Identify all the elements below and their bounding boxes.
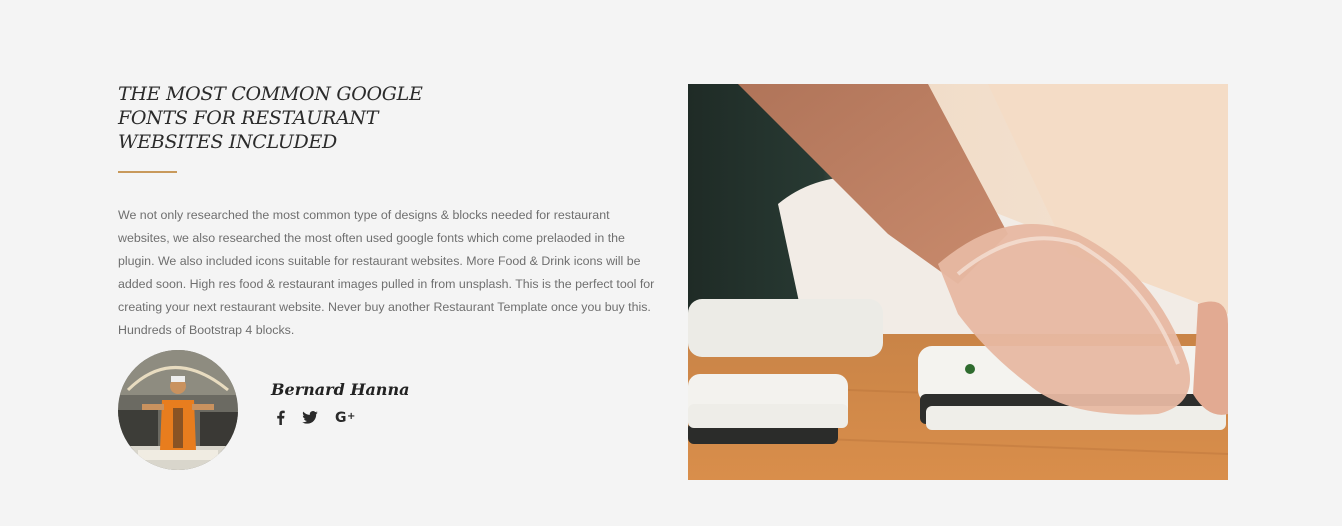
section-title: THE MOST COMMON GOOGLE FONTS FOR RESTAUR… [118,83,423,153]
twitter-icon[interactable] [302,408,318,426]
facebook-icon[interactable] [276,408,285,426]
google-plus-icon[interactable]: G + [335,408,357,426]
title-divider [118,171,177,173]
author-name: Bernard Hanna [271,380,410,399]
content-column: THE MOST COMMON GOOGLE FONTS FOR RESTAUR… [118,82,663,342]
section-description: We not only researched the most common t… [118,208,655,337]
svg-text:G: G [335,410,347,424]
social-links: G + [276,408,357,426]
author-block: Bernard Hanna G + [118,350,418,470]
sushi-chef-image [688,84,1228,480]
author-avatar [118,350,238,470]
svg-text:+: + [347,411,355,422]
